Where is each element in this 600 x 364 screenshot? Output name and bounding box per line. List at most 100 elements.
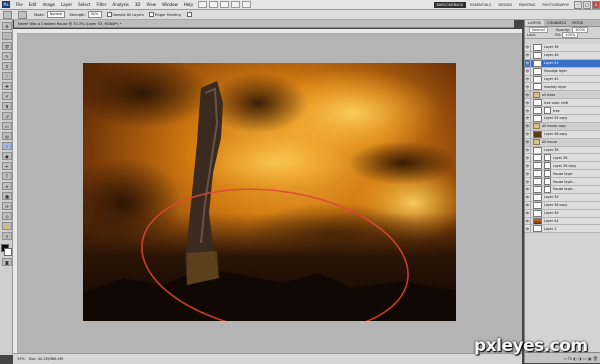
type-tool-icon[interactable]: T: [2, 172, 12, 180]
layer-row[interactable]: 👁 House layer...: [525, 186, 600, 194]
layer-name[interactable]: tree: [553, 109, 560, 113]
layer-row[interactable]: 👁 Layer 1: [525, 225, 600, 234]
layer-thumbnail[interactable]: [533, 193, 542, 201]
mode-select[interactable]: Normal: [46, 11, 66, 18]
visibility-eye-icon[interactable]: 👁: [525, 107, 531, 115]
layer-mask-thumbnail[interactable]: [544, 162, 551, 170]
layer-thumbnail[interactable]: [533, 51, 542, 59]
layer-thumbnail[interactable]: [533, 107, 542, 115]
visibility-eye-icon[interactable]: 👁: [525, 170, 531, 178]
layer-thumbnail[interactable]: [533, 162, 542, 170]
layer-mask-thumbnail[interactable]: [544, 154, 551, 162]
sample-all-layers-checkbox[interactable]: [106, 12, 112, 17]
layer-thumbnail[interactable]: [533, 59, 542, 67]
eyedropper-tool-icon[interactable]: ⁄: [2, 72, 12, 80]
layer-row[interactable]: 👁 Layer 38: [525, 154, 600, 163]
document-artwork[interactable]: [83, 63, 456, 321]
visibility-eye-icon[interactable]: 👁: [525, 83, 531, 91]
3d-rotate-tool-icon[interactable]: ⟳: [2, 202, 12, 210]
layer-row[interactable]: 👁 Smudge layer: [525, 67, 600, 76]
layer-row[interactable]: 👁 Layer 38 copy: [525, 201, 600, 210]
visibility-eye-icon[interactable]: 👁: [525, 130, 531, 138]
layer-name[interactable]: Layer 38: [544, 148, 558, 152]
visibility-eye-icon[interactable]: 👁: [525, 217, 531, 225]
layer-name[interactable]: Layer 46 copy: [544, 132, 567, 136]
tab-channels[interactable]: CHANNELS: [544, 20, 569, 26]
layer-mask-thumbnail[interactable]: [544, 186, 551, 193]
menu-layer[interactable]: Layer: [58, 0, 75, 9]
layer-name[interactable]: monkey layer: [544, 85, 566, 89]
layer-row[interactable]: 👁 Layer 46 copy: [525, 130, 600, 139]
visibility-eye-icon[interactable]: 👁: [525, 162, 531, 170]
layer-mask-thumbnail[interactable]: [544, 107, 551, 115]
visibility-eye-icon[interactable]: 👁: [525, 44, 531, 51]
menu-edit[interactable]: Edit: [26, 0, 40, 9]
visibility-eye-icon[interactable]: 👁: [525, 201, 531, 209]
layer-row[interactable]: 👁 Layer 48: [525, 51, 600, 60]
bridge-button[interactable]: [197, 1, 207, 8]
workspace-active[interactable]: BARCODEBACK: [433, 1, 467, 8]
layer-row[interactable]: 👁 tree: [525, 107, 600, 116]
layer-thumbnail[interactable]: [533, 186, 542, 193]
layer-row[interactable]: 👁 Layer 38: [525, 146, 600, 155]
finger-painting-checkbox[interactable]: [148, 12, 154, 17]
visibility-eye-icon[interactable]: 👁: [525, 59, 531, 67]
close-button[interactable]: ×: [592, 0, 600, 9]
layer-row[interactable]: 👁 monkey layer: [525, 83, 600, 92]
screen-mode-button[interactable]: [241, 1, 251, 8]
visibility-eye-icon[interactable]: 👁: [525, 193, 531, 201]
layer-thumbnail[interactable]: [533, 154, 542, 162]
layer-row[interactable]: 👁 Layer 55 copy: [525, 115, 600, 123]
menu-select[interactable]: Select: [75, 0, 93, 9]
layer-name[interactable]: Layer 53: [544, 61, 558, 65]
layer-row[interactable]: 👁 all trees: [525, 91, 600, 100]
tab-paths[interactable]: PATHS: [569, 20, 586, 26]
menu-file[interactable]: File: [13, 0, 26, 9]
layer-row[interactable]: 👁 Layer 45: [525, 75, 600, 84]
background-color-swatch[interactable]: [4, 248, 12, 256]
layer-thumbnail[interactable]: [533, 201, 542, 209]
layer-name[interactable]: Layer 36: [544, 45, 558, 49]
visibility-eye-icon[interactable]: 👁: [525, 51, 531, 59]
vertical-ruler[interactable]: [13, 33, 18, 353]
brush-tool-icon[interactable]: ✐: [2, 92, 12, 100]
layer-row[interactable]: 👁 Layer 38 copy: [525, 162, 600, 171]
zoom-tool-icon[interactable]: ⚲: [2, 232, 12, 240]
visibility-eye-icon[interactable]: 👁: [525, 67, 531, 75]
menu-window[interactable]: Window: [159, 0, 181, 9]
lasso-tool-icon[interactable]: ➰: [2, 42, 12, 50]
quick-select-tool-icon[interactable]: ✎: [2, 52, 12, 60]
marquee-tool-icon[interactable]: ⬚: [2, 32, 12, 40]
visibility-eye-icon[interactable]: 👁: [525, 178, 531, 186]
layer-thumbnail[interactable]: [533, 146, 542, 154]
brush-preset-icon[interactable]: [18, 10, 27, 19]
workspace-painting[interactable]: PAINTING: [516, 2, 538, 8]
layer-name[interactable]: Layer 49: [544, 211, 558, 215]
tablet-pressure-icon[interactable]: [186, 12, 192, 17]
minimize-button[interactable]: –: [574, 0, 582, 9]
layer-row[interactable]: 👁 Layer 44: [525, 217, 600, 226]
menu-analysis[interactable]: Analysis: [109, 0, 131, 9]
eraser-tool-icon[interactable]: ▭: [2, 122, 12, 130]
layer-row[interactable]: 👁 All house copy: [525, 122, 600, 131]
layer-thumbnail[interactable]: [533, 44, 542, 51]
arrange-documents-button[interactable]: [230, 1, 240, 8]
layer-thumbnail[interactable]: [533, 130, 542, 138]
layer-thumbnail[interactable]: [533, 83, 542, 91]
path-select-tool-icon[interactable]: ➤: [2, 182, 12, 190]
layer-name[interactable]: Layer 55 copy: [544, 116, 567, 120]
layer-name[interactable]: Layer 38 copy: [553, 164, 576, 168]
smudge-tool-icon[interactable]: ☝: [2, 142, 12, 150]
layer-name[interactable]: Layer 1: [544, 227, 556, 231]
visibility-eye-icon[interactable]: 👁: [525, 75, 531, 83]
mini-bridge-button[interactable]: [208, 1, 218, 8]
layer-row[interactable]: 👁 tree color shift: [525, 99, 600, 108]
layer-name[interactable]: Layer 44: [544, 219, 558, 223]
visibility-eye-icon[interactable]: 👁: [525, 209, 531, 217]
smudge-tool-preset-icon[interactable]: [3, 10, 12, 19]
layer-mask-thumbnail[interactable]: [544, 178, 551, 186]
workspace-photography[interactable]: PHOTOGRAPHY: [539, 2, 572, 8]
menu-help[interactable]: Help: [181, 0, 196, 9]
layer-name[interactable]: All house copy: [542, 124, 566, 128]
layer-name[interactable]: tree color shift: [544, 101, 568, 105]
